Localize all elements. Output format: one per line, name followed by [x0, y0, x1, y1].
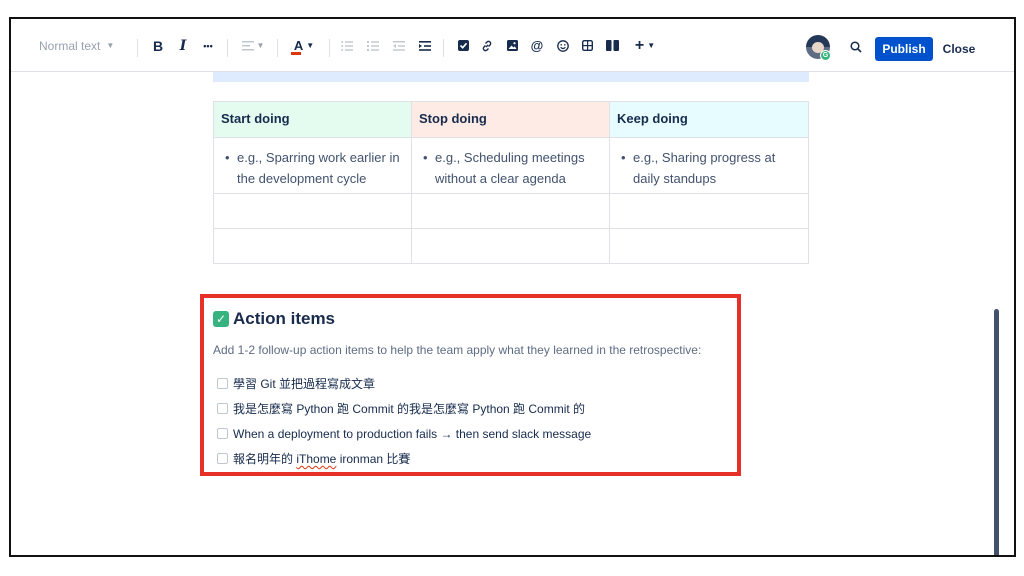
list-item: • e.g., Scheduling meetings without a cle… — [419, 147, 602, 189]
list-item: • e.g., Sharing progress at daily standup… — [617, 147, 801, 189]
plus-icon: + — [634, 36, 645, 54]
bullet-list-button[interactable] — [341, 19, 353, 72]
text-color-dropdown[interactable]: A ▼ — [291, 19, 317, 72]
publish-button[interactable]: Publish — [875, 37, 933, 61]
table-header-row: Start doing Stop doing Keep doing — [213, 101, 809, 138]
info-panel — [213, 72, 809, 82]
columns-icon — [605, 40, 619, 51]
retro-table: Start doing Stop doing Keep doing • e.g.,… — [213, 101, 809, 264]
task-text-part: 報名明年的 — [233, 452, 297, 466]
close-button[interactable]: Close — [939, 37, 979, 61]
outdent-icon — [393, 40, 405, 51]
link-icon — [482, 40, 492, 51]
task-text[interactable]: 我是怎麼寫 Python 跑 Commit 的我是怎麼寫 Python 跑 Co… — [233, 400, 585, 417]
chevron-down-icon: ▼ — [106, 41, 115, 50]
numbered-list-icon — [367, 40, 379, 51]
vertical-scrollbar[interactable] — [994, 309, 999, 555]
table-cell[interactable] — [411, 193, 610, 229]
table-cell[interactable]: • e.g., Sparring work earlier in the deve… — [213, 137, 412, 194]
emoji-icon — [556, 39, 569, 52]
numbered-list-button[interactable] — [367, 19, 379, 72]
link-button[interactable] — [481, 19, 493, 72]
chevron-down-icon: ▼ — [647, 41, 656, 50]
example-text: e.g., Scheduling meetings without a clea… — [435, 150, 585, 186]
avatar-status-badge: G — [820, 50, 831, 61]
image-icon — [506, 40, 518, 51]
task-text[interactable]: 學習 Git 並把過程寫成文章 — [233, 375, 375, 392]
insert-more-dropdown[interactable]: + ▼ — [631, 19, 659, 72]
action-items-description: Add 1-2 follow-up action items to help t… — [213, 343, 702, 357]
more-formatting-button[interactable]: ••• — [201, 19, 215, 72]
task-list: 學習 Git 並把過程寫成文章 我是怎麼寫 Python 跑 Commit 的我… — [217, 371, 591, 471]
task-checkbox[interactable] — [217, 453, 228, 464]
toolbar-divider — [443, 39, 444, 57]
outdent-button[interactable] — [393, 19, 405, 72]
check-mark-icon: ✓ — [213, 311, 229, 327]
search-icon — [850, 41, 862, 53]
task-text[interactable]: When a deployment to production fails → … — [233, 427, 591, 441]
table-cell[interactable] — [213, 193, 412, 229]
text-color-swatch — [291, 51, 301, 55]
header-start-doing[interactable]: Start doing — [213, 101, 412, 138]
toolbar-divider — [329, 39, 330, 57]
table-cell[interactable] — [609, 228, 809, 264]
header-stop-doing[interactable]: Stop doing — [411, 101, 610, 138]
action-item-button[interactable] — [457, 19, 469, 72]
task-checkbox[interactable] — [217, 403, 228, 414]
header-keep-doing[interactable]: Keep doing — [609, 101, 809, 138]
task-item: 學習 Git 並把過程寫成文章 — [217, 371, 591, 396]
table-cell[interactable]: • e.g., Sharing progress at daily standup… — [609, 137, 809, 194]
toolbar-divider — [137, 39, 138, 57]
chevron-down-icon: ▼ — [256, 41, 265, 50]
chevron-down-icon: ▼ — [306, 40, 315, 50]
table-cell[interactable]: • e.g., Scheduling meetings without a cle… — [411, 137, 610, 194]
task-text[interactable]: 報名明年的 iThome ironman 比賽 — [233, 450, 410, 467]
image-button[interactable] — [506, 19, 518, 72]
layouts-button[interactable] — [605, 19, 619, 72]
table-button[interactable] — [581, 19, 593, 72]
bullet-icon: • — [225, 150, 230, 165]
editor-window: Normal text ▼ B I ••• ▼ A ▼ @ + ▼ G Publ… — [9, 17, 1016, 557]
table-row: • e.g., Sparring work earlier in the deve… — [213, 137, 809, 194]
table-cell[interactable] — [411, 228, 610, 264]
misspelled-word: iThome — [296, 452, 337, 466]
emoji-button[interactable] — [556, 19, 569, 72]
mention-button[interactable]: @ — [530, 19, 544, 72]
task-item: 我是怎麼寫 Python 跑 Commit 的我是怎麼寫 Python 跑 Co… — [217, 396, 591, 421]
table-cell[interactable] — [609, 193, 809, 229]
list-item: • e.g., Sparring work earlier in the deve… — [221, 147, 404, 189]
task-text-part: ironman 比賽 — [336, 452, 411, 466]
table-row — [213, 193, 809, 229]
table-cell[interactable] — [213, 228, 412, 264]
action-items-heading: ✓ Action items — [213, 309, 335, 329]
table-icon — [581, 40, 593, 51]
example-text: e.g., Sharing progress at daily standups — [633, 150, 776, 186]
alignment-dropdown[interactable]: ▼ — [240, 19, 266, 72]
indent-icon — [419, 40, 431, 51]
bullet-icon: • — [423, 150, 428, 165]
bold-button[interactable]: B — [151, 19, 165, 72]
checkbox-icon — [457, 40, 469, 51]
task-item: When a deployment to production fails → … — [217, 421, 591, 446]
find-replace-button[interactable] — [845, 36, 867, 58]
table-row — [213, 228, 809, 264]
toolbar-divider — [227, 39, 228, 57]
indent-button[interactable] — [419, 19, 431, 72]
example-text: e.g., Sparring work earlier in the devel… — [237, 150, 400, 186]
mention-icon: @ — [530, 38, 544, 53]
task-checkbox[interactable] — [217, 378, 228, 389]
text-color-icon: A — [293, 37, 304, 53]
task-item: 報名明年的 iThome ironman 比賽 — [217, 446, 591, 471]
bullet-list-icon — [341, 40, 353, 51]
text-style-dropdown[interactable]: Normal text ▼ — [39, 19, 114, 72]
text-style-label: Normal text — [39, 38, 101, 53]
toolbar-divider — [277, 39, 278, 57]
italic-button[interactable]: I — [177, 19, 189, 72]
editor-toolbar: Normal text ▼ B I ••• ▼ A ▼ @ + ▼ G Publ… — [11, 19, 1014, 72]
bullet-icon: • — [621, 150, 626, 165]
action-items-title: Action items — [233, 309, 336, 328]
task-checkbox[interactable] — [217, 428, 228, 439]
align-left-icon — [241, 40, 254, 50]
